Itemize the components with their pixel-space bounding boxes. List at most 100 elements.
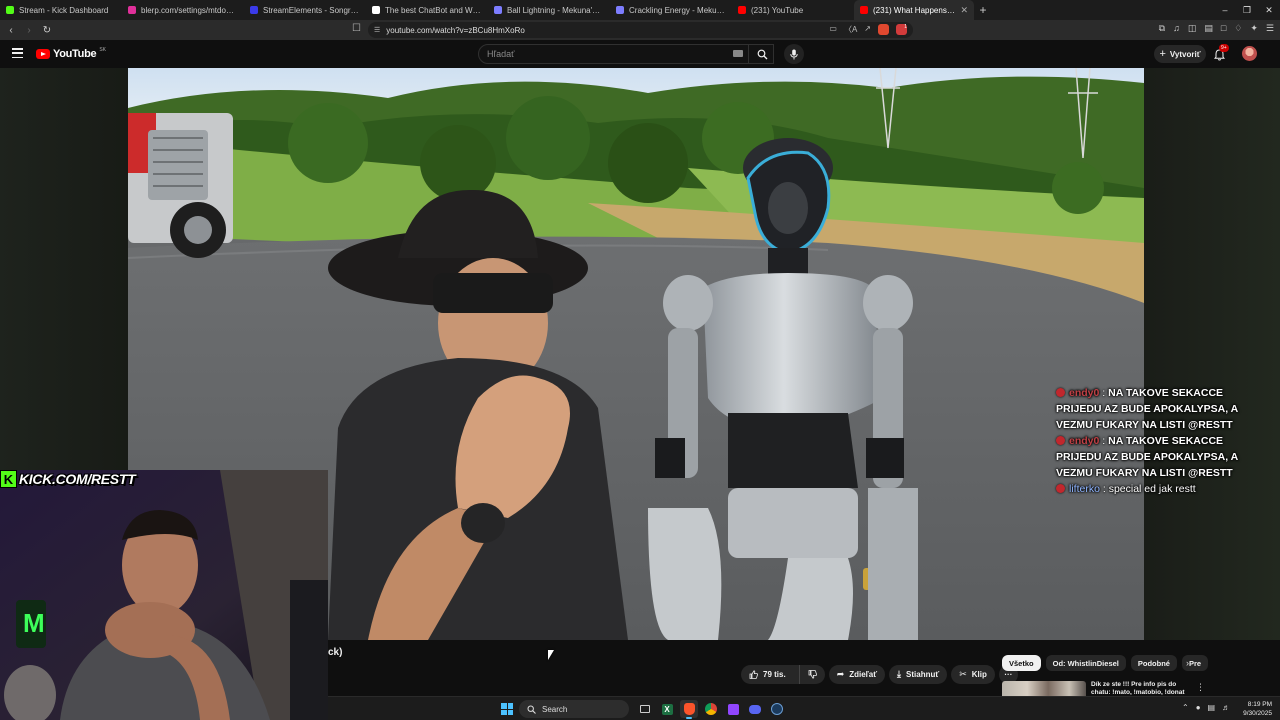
network-icon[interactable]: ▤ [1208, 703, 1216, 712]
share-label: Zdieľať [849, 670, 878, 679]
browser-tab[interactable]: The best ChatBot and Widgets for Kick [366, 0, 488, 20]
filter-chip[interactable]: Podobné [1130, 655, 1177, 671]
notifications-button[interactable]: 9+ [1213, 44, 1229, 66]
filter-chip[interactable]: Všetko [1002, 655, 1041, 671]
tab-title: The best ChatBot and Widgets for Kick [385, 5, 482, 15]
dislike-button[interactable] [798, 665, 825, 684]
share-icon[interactable]: ↗ [864, 24, 871, 35]
account-avatar[interactable] [1242, 46, 1257, 61]
brave-shield-icon[interactable] [878, 24, 889, 35]
address-bar[interactable]: ☰ youtube.com/watch?v=zBCu8HmXoRo ▭ 〈A ↗… [368, 22, 913, 38]
reco-more-icon[interactable]: ⋮ [1196, 682, 1205, 693]
task-view-icon[interactable] [636, 700, 654, 718]
download-button[interactable]: ⤓ Stiahnuť [889, 665, 948, 684]
maximize-icon[interactable]: ❐ [1236, 0, 1258, 20]
youtube-header: YouTube SK Hľadať + Vytvoriť 9+ [0, 40, 1280, 68]
chrome-app-icon[interactable] [702, 700, 720, 718]
kick-channel-url: KICK.COM/RESTT [19, 471, 136, 487]
chat-username: lifterko [1069, 483, 1100, 495]
reload-icon[interactable]: ↻ [40, 23, 54, 37]
translate-icon[interactable]: 〈A [844, 24, 857, 35]
video-title: ck) [328, 647, 343, 658]
vpn-icon[interactable]: ♢ [1234, 23, 1242, 34]
menu-icon[interactable]: ☰ [1266, 23, 1274, 34]
rewards-icon[interactable]: 1 [896, 24, 907, 35]
clip-button[interactable]: ✂ Klip [951, 665, 995, 684]
chat-message: endy0 : NA TAKOVE SEKACCE PRIJEDU AZ BUD… [1056, 385, 1256, 433]
chevron-right-icon[interactable]: › [1186, 658, 1189, 668]
browser-tab[interactable]: Stream - Kick Dashboard [0, 0, 122, 20]
wallet-icon[interactable]: □ [1221, 23, 1226, 34]
like-button[interactable]: 79 tis. [741, 665, 794, 684]
taskbar-apps: X [636, 700, 786, 719]
search-input[interactable]: Hľadať [478, 44, 774, 64]
close-window-icon[interactable]: ✕ [1258, 0, 1280, 20]
forward-icon[interactable]: › [22, 23, 36, 37]
youtube-play-icon [36, 49, 50, 59]
steam-app-icon[interactable] [768, 700, 786, 718]
windows-start-icon[interactable] [501, 703, 513, 715]
extensions-icon[interactable]: ⧉ [1159, 23, 1165, 34]
browser-tab[interactable]: blerp.com/settings/mtdoesthings [122, 0, 244, 20]
browser-tab[interactable]: (231) What Happens if you Attach ✕ [854, 0, 974, 20]
chat-message: lifterko : special ed jak restt [1056, 481, 1256, 497]
chat-username: endy0 [1069, 435, 1100, 447]
tab-search-icon[interactable]: ▤ [1204, 23, 1213, 34]
tab-title: (231) What Happens if you Attach [873, 5, 955, 15]
excel-app-icon[interactable]: X [658, 700, 676, 718]
tab-title: (231) YouTube [751, 5, 804, 15]
country-code: SK [99, 47, 106, 53]
chat-username: endy0 [1069, 387, 1100, 399]
mouse-cursor-icon [548, 650, 554, 660]
sidebar-icon[interactable]: ◫ [1188, 23, 1197, 34]
like-dislike-group: 79 tis. [741, 665, 825, 684]
chat-text: special ed jak restt [1108, 483, 1196, 495]
taskbar-clock[interactable]: 8:19 PM 9/30/2025 [1236, 700, 1272, 718]
taskbar-search-icon [527, 705, 536, 714]
site-info-icon[interactable]: ☰ [374, 26, 380, 34]
clock-time: 8:19 PM [1247, 701, 1272, 708]
brave-browser-icon[interactable] [680, 700, 698, 719]
system-tray: ⌃ ● ▤ ♬ [1182, 703, 1230, 712]
notification-badge: 9+ [1219, 44, 1229, 52]
youtube-logo[interactable]: YouTube SK [36, 47, 106, 60]
browser-tab[interactable]: StreamElements - Songrequest [244, 0, 366, 20]
browser-tab[interactable]: Ball Lightning - Mekuna's Ballkuna [488, 0, 610, 20]
filter-chip[interactable]: Od: WhistlinDiesel [1045, 655, 1126, 671]
bookmark-icon[interactable]: ☐ [352, 23, 361, 34]
tab-title: blerp.com/settings/mtdoesthings [141, 5, 238, 15]
volume-icon[interactable]: ♬ [1222, 703, 1230, 712]
taskbar-search-label: Search [542, 704, 568, 714]
back-icon[interactable]: ‹ [4, 23, 18, 37]
tab-title: Ball Lightning - Mekuna's Ballkuna [507, 5, 604, 15]
search-placeholder: Hľadať [487, 49, 515, 59]
tab-favicon-icon [860, 6, 868, 14]
twitch-app-icon[interactable] [724, 700, 742, 718]
tab-close-icon[interactable]: ✕ [960, 5, 968, 16]
window-controls: – ❐ ✕ [1214, 0, 1280, 20]
minimize-icon[interactable]: – [1214, 0, 1236, 20]
leo-icon[interactable]: ✦ [1250, 23, 1258, 34]
browser-tab[interactable]: Crackling Energy - Mekuna's Crackuna [610, 0, 732, 20]
tab-favicon-icon [372, 6, 380, 14]
taskbar-search-box[interactable]: Search [519, 700, 629, 718]
tab-favicon-icon [494, 6, 502, 14]
new-tab-button[interactable]: + [974, 0, 992, 20]
guide-menu-icon[interactable] [12, 48, 23, 58]
share-button[interactable]: ➦ Zdieľať [828, 665, 886, 684]
keyboard-icon[interactable] [733, 50, 743, 57]
youtube-logo-text: YouTube [53, 48, 97, 60]
svg-text:M: M [23, 608, 45, 638]
cast-icon[interactable]: ▭ [829, 24, 837, 35]
create-button[interactable]: + Vytvoriť [1154, 45, 1206, 63]
media-icon[interactable]: ♫ [1173, 23, 1180, 34]
tray-chevron-icon[interactable]: ⌃ [1182, 703, 1189, 712]
browser-tab[interactable]: (231) YouTube [732, 0, 854, 20]
chat-message: endy0 : NA TAKOVE SEKACCE PRIJEDU AZ BUD… [1056, 433, 1256, 481]
search-button[interactable] [748, 44, 776, 64]
chat-separator: : [1099, 387, 1109, 399]
chat-badge-icon [1056, 388, 1065, 397]
voice-search-button[interactable] [784, 44, 804, 64]
mic-tray-icon[interactable]: ● [1196, 703, 1201, 712]
discord-app-icon[interactable] [746, 700, 764, 718]
